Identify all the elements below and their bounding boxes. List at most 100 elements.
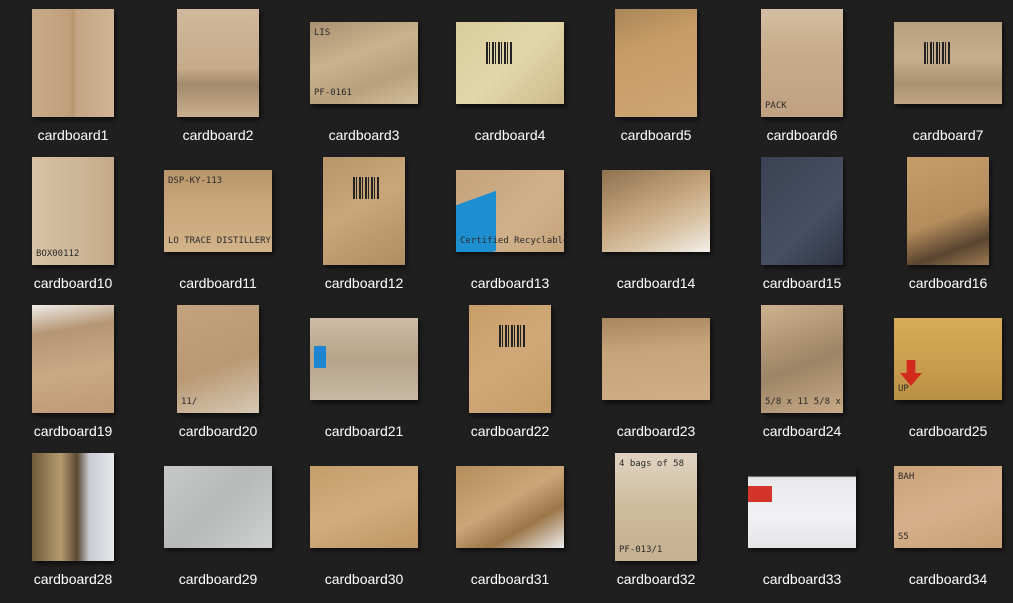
box-print-text: PF-013/1 <box>619 545 663 555</box>
file-name-label: cardboard22 <box>470 423 550 439</box>
image-thumbnail[interactable] <box>748 466 856 548</box>
file-name-label: cardboard20 <box>178 423 258 439</box>
box-print-text: LIS <box>314 28 331 38</box>
thumbnail-frame: Certified Recyclable <box>440 151 580 271</box>
image-thumbnail[interactable]: 11/ <box>177 305 259 413</box>
file-item[interactable]: cardboard22 <box>440 299 580 447</box>
image-thumbnail[interactable] <box>310 466 418 548</box>
file-item[interactable]: cardboard16 <box>878 151 1013 299</box>
file-item[interactable]: cardboard29 <box>148 447 288 595</box>
image-thumbnail[interactable] <box>894 22 1002 104</box>
image-thumbnail[interactable] <box>323 157 405 265</box>
image-thumbnail[interactable]: LO TRACE DISTILLERY DSP-KY-113 <box>164 170 272 252</box>
file-name-label: cardboard31 <box>470 571 550 587</box>
box-print-text: 4 bags of 58 <box>619 459 685 469</box>
file-item[interactable]: cardboard2 <box>148 3 288 151</box>
thumbnail-frame <box>148 3 288 123</box>
image-thumbnail[interactable] <box>602 170 710 252</box>
file-item[interactable]: BOX00112 cardboard10 <box>3 151 143 299</box>
image-thumbnail[interactable] <box>469 305 551 413</box>
image-thumbnail[interactable]: 5/8 x 11 5/8 x 14 <box>761 305 843 413</box>
image-thumbnail[interactable]: S5 BAH <box>894 466 1002 548</box>
file-item[interactable]: PF-013/1 4 bags of 58 cardboard32 <box>586 447 726 595</box>
thumbnail-frame <box>440 447 580 567</box>
thumbnail-frame <box>586 299 726 419</box>
thumbnail-frame: PF-013/1 4 bags of 58 <box>586 447 726 567</box>
box-print-text: BOX00112 <box>36 249 80 259</box>
file-item[interactable]: cardboard21 <box>294 299 434 447</box>
file-name-label: cardboard32 <box>616 571 696 587</box>
file-item[interactable]: cardboard5 <box>586 3 726 151</box>
box-print-text: UP <box>898 384 909 394</box>
image-thumbnail[interactable] <box>456 22 564 104</box>
image-thumbnail[interactable] <box>310 318 418 400</box>
file-item[interactable]: cardboard12 <box>294 151 434 299</box>
file-name-label: cardboard21 <box>324 423 404 439</box>
file-name-label: cardboard33 <box>762 571 842 587</box>
file-name-label: cardboard4 <box>474 127 546 143</box>
image-thumbnail[interactable] <box>602 318 710 400</box>
file-item[interactable]: cardboard28 <box>3 447 143 595</box>
thumbnail-frame <box>440 299 580 419</box>
image-thumbnail[interactable]: PACK <box>761 9 843 117</box>
file-name-label: cardboard6 <box>766 127 838 143</box>
image-thumbnail[interactable] <box>456 466 564 548</box>
file-name-label: cardboard13 <box>470 275 550 291</box>
file-item[interactable]: cardboard19 <box>3 299 143 447</box>
image-thumbnail[interactable] <box>177 9 259 117</box>
file-item[interactable]: 11/cardboard20 <box>148 299 288 447</box>
file-item[interactable]: S5 BAH cardboard34 <box>878 447 1013 595</box>
file-name-label: cardboard23 <box>616 423 696 439</box>
thumbnail-frame: PF-0161 LIS <box>294 3 434 123</box>
file-name-label: cardboard1 <box>37 127 109 143</box>
file-name-label: cardboard14 <box>616 275 696 291</box>
file-item[interactable]: PF-0161 LIS cardboard3 <box>294 3 434 151</box>
file-item[interactable]: LO TRACE DISTILLERY DSP-KY-113 cardboard11 <box>148 151 288 299</box>
file-item[interactable]: cardboard7 <box>878 3 1013 151</box>
file-item[interactable]: cardboard33 <box>732 447 872 595</box>
file-item[interactable]: cardboard4 <box>440 3 580 151</box>
thumbnail-frame <box>294 299 434 419</box>
box-print-text: BAH <box>898 472 915 482</box>
file-item[interactable]: 5/8 x 11 5/8 x 14 cardboard24 <box>732 299 872 447</box>
accent-patch <box>900 360 922 386</box>
box-print-text: 5/8 x 11 5/8 x 14 <box>765 397 843 407</box>
file-item[interactable]: Certified Recyclable cardboard13 <box>440 151 580 299</box>
image-thumbnail[interactable]: Certified Recyclable <box>456 170 564 252</box>
file-name-label: cardboard34 <box>908 571 988 587</box>
barcode <box>486 42 512 64</box>
file-name-label: cardboard12 <box>324 275 404 291</box>
file-item[interactable]: UP cardboard25 <box>878 299 1013 447</box>
file-name-label: cardboard28 <box>33 571 113 587</box>
box-print-text: Certified Recyclable <box>460 236 564 246</box>
file-item[interactable]: cardboard31 <box>440 447 580 595</box>
thumbnail-frame: PACK <box>732 3 872 123</box>
image-thumbnail[interactable]: PF-0161 LIS <box>310 22 418 104</box>
image-thumbnail[interactable]: PF-013/1 4 bags of 58 <box>615 453 697 561</box>
image-thumbnail[interactable] <box>164 466 272 548</box>
thumbnail-frame <box>148 447 288 567</box>
thumbnail-frame <box>878 3 1013 123</box>
file-item[interactable]: cardboard23 <box>586 299 726 447</box>
file-item[interactable]: cardboard14 <box>586 151 726 299</box>
file-item[interactable]: cardboard30 <box>294 447 434 595</box>
file-name-label: cardboard25 <box>908 423 988 439</box>
accent-patch <box>314 346 326 368</box>
thumbnail-frame <box>294 151 434 271</box>
image-thumbnail[interactable]: UP <box>894 318 1002 400</box>
image-thumbnail[interactable] <box>761 157 843 265</box>
image-thumbnail[interactable] <box>32 305 114 413</box>
image-thumbnail[interactable] <box>615 9 697 117</box>
image-thumbnail[interactable] <box>32 9 114 117</box>
thumbnail-frame <box>3 299 143 419</box>
image-thumbnail[interactable] <box>907 157 989 265</box>
file-name-label: cardboard2 <box>182 127 254 143</box>
box-print-text: PACK <box>765 101 787 111</box>
thumbnail-frame <box>586 3 726 123</box>
file-item[interactable]: cardboard15 <box>732 151 872 299</box>
file-item[interactable]: cardboard1 <box>3 3 143 151</box>
file-name-label: cardboard10 <box>33 275 113 291</box>
image-thumbnail[interactable] <box>32 453 114 561</box>
file-item[interactable]: PACK cardboard6 <box>732 3 872 151</box>
image-thumbnail[interactable]: BOX00112 <box>32 157 114 265</box>
